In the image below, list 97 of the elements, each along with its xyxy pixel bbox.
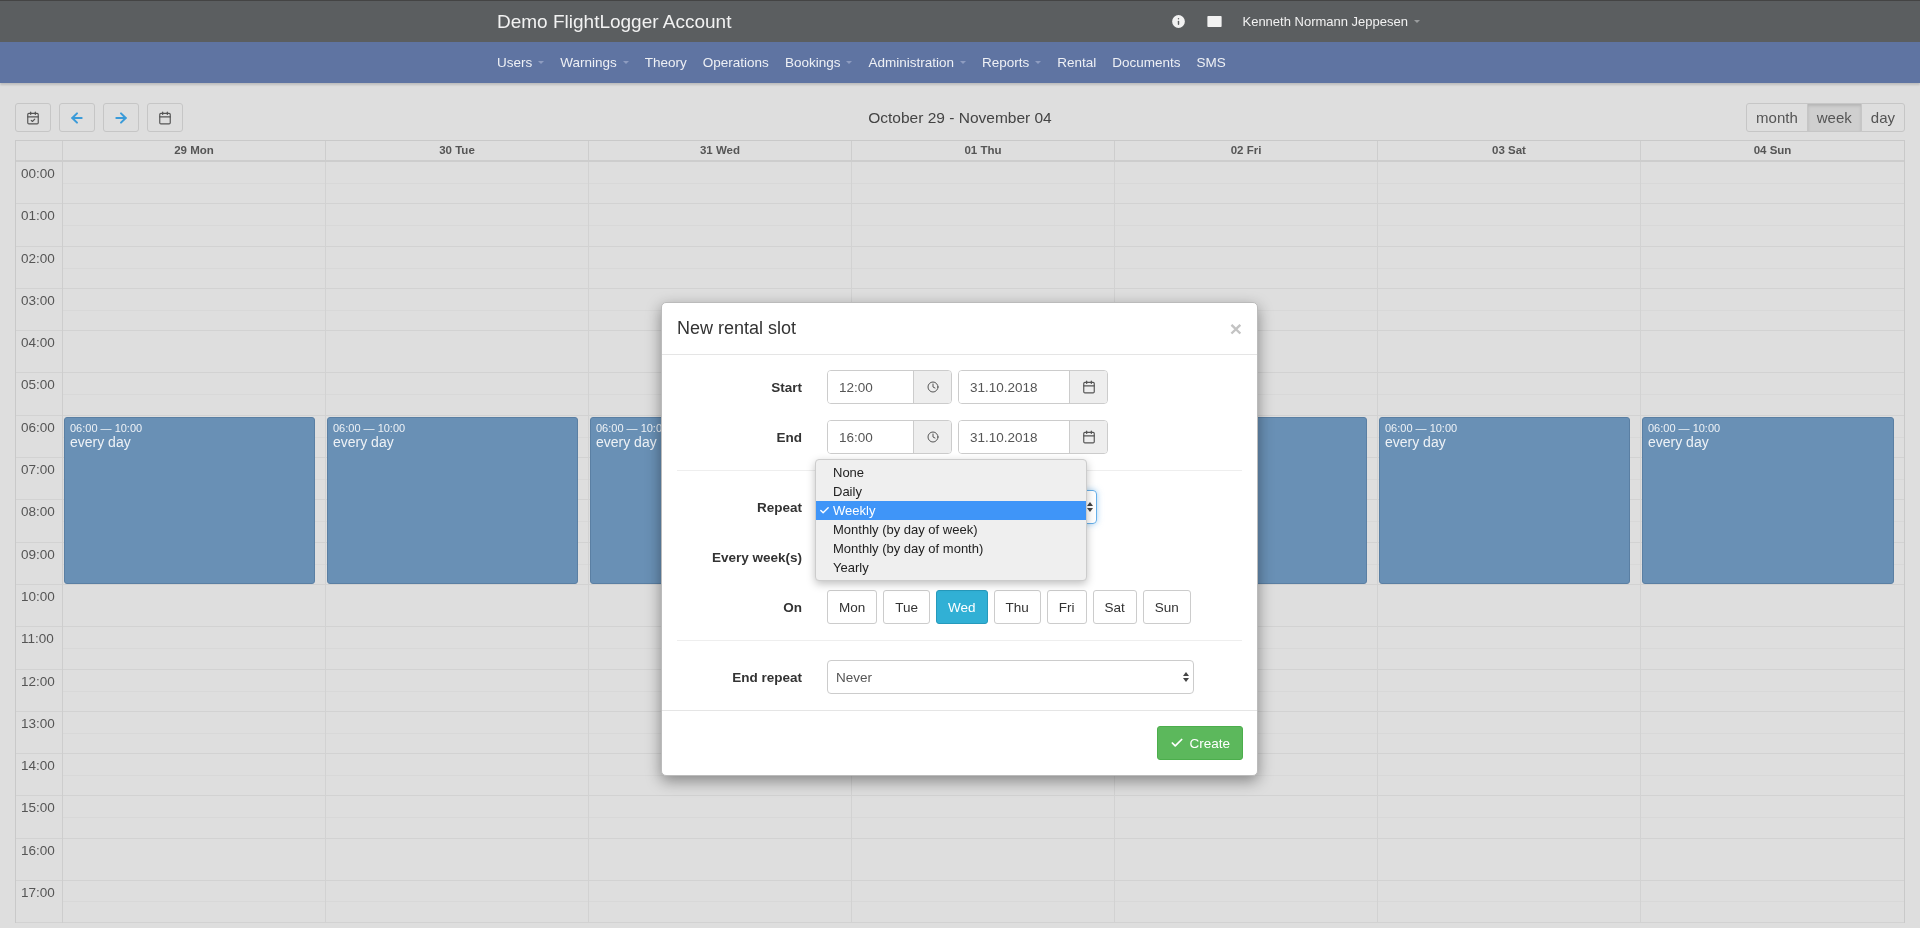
day-header: 31 Wed (589, 141, 852, 160)
hour-label: 14:00 (16, 754, 62, 797)
nav-link[interactable]: Users (497, 55, 545, 70)
modal-title: New rental slot (677, 318, 797, 339)
hour-label: 12:00 (16, 669, 62, 712)
hour-label: 05:00 (16, 373, 62, 416)
weekday-toggle[interactable]: Mon (827, 590, 878, 624)
dropdown-option[interactable]: None (816, 463, 1086, 482)
day-header: 04 Sun (1752, 143, 1793, 158)
date-input[interactable]: 31.10.2018 (958, 420, 1108, 454)
dropdown-option[interactable]: Weekly (816, 501, 1086, 520)
hour-label: 09:00 (16, 542, 62, 585)
calendar-icon (1069, 421, 1107, 453)
next-button[interactable] (103, 103, 139, 132)
hour-label: 07:00 (16, 458, 62, 501)
caret-icon (1035, 61, 1042, 64)
event-block[interactable]: 06:00 — 10:00 every day (1642, 416, 1894, 584)
day-header: 01 Thu (852, 141, 1115, 160)
hour-label: 00:00 (16, 162, 62, 205)
hour-label: 17:00 (16, 881, 62, 924)
calendar-check-icon (26, 110, 40, 125)
dropdown-option[interactable]: Yearly (816, 558, 1086, 577)
hour-label: 16:00 (16, 838, 62, 882)
check-icon (819, 505, 830, 516)
event-block[interactable]: 06:00 — 10:00 every day (1379, 416, 1630, 584)
field-label: End repeat (731, 669, 802, 685)
field-label: Every week(s) (710, 549, 802, 565)
hour-label: 11:00 (16, 627, 62, 670)
time-input[interactable]: 16:00 (827, 420, 952, 454)
view-button[interactable]: day (1860, 103, 1905, 132)
clock-icon (913, 421, 951, 453)
arrow-right-icon (113, 109, 129, 126)
field-label: End (775, 429, 802, 445)
info-icon[interactable] (1170, 13, 1188, 30)
today-button[interactable] (15, 103, 51, 132)
day-header: 02 Fri (1115, 141, 1378, 160)
app-title: Demo FlightLogger Account (497, 10, 733, 33)
calendar-icon (158, 110, 172, 125)
hour-label: 06:00 (16, 415, 62, 459)
weekday-toggle[interactable]: Sun (1142, 590, 1191, 624)
nav-link[interactable]: Theory (644, 55, 687, 70)
day-header: 03 Sat (1378, 141, 1641, 160)
event-time: 06:00 — 10:00 (333, 421, 406, 434)
event-block[interactable]: 06:00 — 10:00 every day (64, 416, 315, 584)
nav-link[interactable]: Administration (868, 55, 966, 70)
user-menu[interactable]: Kenneth Normann Jeppesen (1242, 14, 1420, 29)
date-input[interactable]: 31.10.2018 (958, 370, 1108, 404)
dropdown-option[interactable]: Monthly (by day of week) (816, 520, 1086, 539)
event-title: every day (70, 433, 131, 450)
hour-label: 08:00 (16, 500, 62, 543)
hour-label: 03:00 (16, 288, 62, 332)
calendar-icon (1069, 371, 1107, 403)
dropdown-option[interactable]: Daily (816, 482, 1086, 501)
field-label: Repeat (756, 499, 802, 515)
event-title: every day (1648, 433, 1709, 450)
field-label: Start (770, 379, 802, 395)
event-time: 06:00 — 10:00 (70, 421, 143, 434)
event-title: every day (1385, 433, 1446, 450)
event-time: 06:00 — 10:00 (1648, 421, 1721, 434)
field-label: On (782, 599, 802, 615)
nav-link[interactable]: Bookings (784, 55, 853, 70)
end-repeat-select[interactable]: Never (827, 660, 1194, 694)
event-time: 06:00 — 10:00 (1385, 421, 1458, 434)
event-title: every day (596, 433, 657, 450)
nav-link[interactable]: SMS (1196, 55, 1226, 70)
previous-button[interactable] (59, 103, 95, 132)
nav-link[interactable]: Rental (1057, 55, 1097, 70)
caret-icon (959, 61, 966, 64)
caret-icon (622, 61, 629, 64)
date-range: October 29 - November 04 (867, 108, 1053, 127)
nav-link[interactable]: Reports (981, 55, 1042, 70)
weekday-toggle[interactable]: Fri (1046, 590, 1087, 624)
event-block[interactable]: 06:00 — 10:00 every day (327, 416, 578, 584)
nav-link[interactable]: Operations (702, 55, 769, 70)
nav-link[interactable]: Documents (1112, 55, 1181, 70)
hour-label: 13:00 (16, 711, 62, 755)
check-icon (1170, 736, 1185, 750)
weekday-toggle[interactable]: Tue (883, 590, 931, 624)
hour-label: 04:00 (16, 331, 62, 374)
date-picker-button[interactable] (147, 103, 183, 132)
caret-icon (846, 61, 853, 64)
day-header: 30 Tue (326, 141, 589, 160)
hour-label: 01:00 (16, 204, 62, 247)
weekday-toggle[interactable]: Thu (993, 590, 1041, 624)
dropdown-option[interactable]: Monthly (by day of month) (816, 539, 1086, 558)
event-title: every day (333, 433, 394, 450)
time-input[interactable]: 12:00 (827, 370, 952, 404)
weekday-toggle[interactable]: Sat (1092, 590, 1137, 624)
view-button[interactable]: week (1806, 103, 1862, 132)
hour-label: 10:00 (16, 584, 62, 628)
caret-icon (538, 61, 545, 64)
clock-icon (913, 371, 951, 403)
hour-label: 02:00 (16, 246, 62, 289)
nav-link[interactable]: Warnings (560, 55, 629, 70)
day-header: 29 Mon (63, 141, 326, 160)
view-button[interactable]: month (1746, 103, 1808, 132)
hour-label: 15:00 (16, 796, 62, 839)
